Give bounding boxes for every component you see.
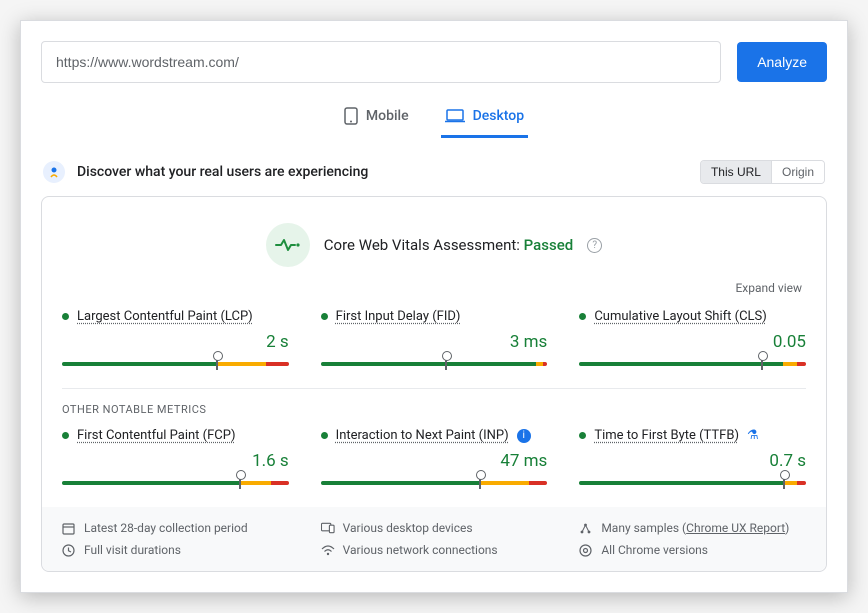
meta-samples: Many samples (Chrome UX Report) [579,521,806,535]
metric-cls: Cumulative Layout Shift (CLS) 0.05 [579,309,806,370]
metric-ttfb-name[interactable]: Time to First Byte (TTFB) [594,428,739,443]
metric-fcp-bar [62,475,289,489]
scope-toggle: This URL Origin [700,160,825,184]
devices-icon [321,522,335,534]
meta-samples-prefix: Many samples [601,521,679,535]
status-dot [321,432,328,439]
status-dot [62,313,69,320]
meta-versions: All Chrome versions [579,543,806,557]
metric-ttfb-bar [579,475,806,489]
url-input[interactable] [41,41,721,83]
assessment-label: Core Web Vitals Assessment: Passed [324,236,573,254]
flask-icon[interactable]: ⚗ [747,428,759,443]
page-container: Analyze Mobile Desktop Discover what you… [20,20,848,593]
meta-devices: Various desktop devices [321,521,548,535]
desktop-icon [445,109,465,123]
clock-icon [62,544,76,557]
toggle-origin[interactable]: Origin [771,161,824,183]
metric-ttfb-value: 0.7 s [579,451,806,471]
metric-inp-bar [321,475,548,489]
metric-ttfb: Time to First Byte (TTFB) ⚗ 0.7 s [579,428,806,489]
meta-connections-text: Various network connections [343,543,498,557]
metric-fid-name[interactable]: First Input Delay (FID) [336,309,461,324]
assessment-row: Core Web Vitals Assessment: Passed ? [62,223,806,267]
status-dot [579,313,586,320]
meta-samples-text: Many samples (Chrome UX Report) [601,521,789,535]
metric-lcp-bar [62,356,289,370]
metric-fid-value: 3 ms [321,332,548,352]
divider [62,388,806,389]
info-icon[interactable]: i [517,429,531,443]
status-dot [321,313,328,320]
marker-icon [239,475,241,489]
marker-icon [783,475,785,489]
tab-mobile-label: Mobile [366,108,409,124]
metric-inp-name[interactable]: Interaction to Next Paint (INP) [336,428,509,443]
metric-fcp: First Contentful Paint (FCP) 1.6 s [62,428,289,489]
help-icon[interactable]: ? [587,238,602,253]
tab-mobile[interactable]: Mobile [340,101,413,138]
chrome-icon [579,544,593,557]
assessment-prefix: Core Web Vitals Assessment: [324,236,520,254]
toggle-this-url[interactable]: This URL [701,161,771,183]
metric-lcp-name[interactable]: Largest Contentful Paint (LCP) [77,309,253,324]
meta-connections: Various network connections [321,543,548,557]
metric-fcp-name[interactable]: First Contentful Paint (FCP) [77,428,236,443]
meta-durations: Full visit durations [62,543,289,557]
discover-title: Discover what your real users are experi… [77,164,368,180]
metric-cls-value: 0.05 [579,332,806,352]
marker-icon [216,356,218,370]
meta-period: Latest 28-day collection period [62,521,289,535]
pulse-icon [266,223,310,267]
core-metrics-grid: Largest Contentful Paint (LCP) 2 s First… [62,309,806,370]
insights-icon [43,161,65,183]
meta-versions-text: All Chrome versions [601,543,708,557]
tab-desktop-label: Desktop [473,108,524,124]
meta-devices-text: Various desktop devices [343,521,473,535]
other-metrics-label: OTHER NOTABLE METRICS [62,403,806,416]
wifi-icon [321,545,335,556]
marker-icon [445,356,447,370]
tab-desktop[interactable]: Desktop [441,101,528,138]
meta-durations-text: Full visit durations [84,543,181,557]
metric-cls-bar [579,356,806,370]
discover-left: Discover what your real users are experi… [43,161,368,183]
meta-panel: Latest 28-day collection period Various … [42,507,826,571]
status-dot [62,432,69,439]
mobile-icon [344,107,358,125]
analyze-button[interactable]: Analyze [737,42,827,82]
device-tabs: Mobile Desktop [41,101,827,138]
calendar-icon [62,522,76,535]
samples-icon [579,522,593,535]
vitals-card: Core Web Vitals Assessment: Passed ? Exp… [41,196,827,572]
metric-fcp-value: 1.6 s [62,451,289,471]
chrome-ux-link[interactable]: Chrome UX Report [686,521,785,535]
discover-row: Discover what your real users are experi… [41,160,827,184]
status-dot [579,432,586,439]
assessment-status: Passed [524,236,574,254]
metric-inp: Interaction to Next Paint (INP) i 47 ms [321,428,548,489]
meta-period-text: Latest 28-day collection period [84,521,248,535]
other-metrics-grid: First Contentful Paint (FCP) 1.6 s Inter… [62,428,806,489]
marker-icon [479,475,481,489]
expand-view-link[interactable]: Expand view [62,281,806,295]
metric-cls-name[interactable]: Cumulative Layout Shift (CLS) [594,309,766,324]
metric-lcp-value: 2 s [62,332,289,352]
url-bar-row: Analyze [41,41,827,83]
metric-fid: First Input Delay (FID) 3 ms [321,309,548,370]
metric-lcp: Largest Contentful Paint (LCP) 2 s [62,309,289,370]
metric-fid-bar [321,356,548,370]
marker-icon [761,356,763,370]
metric-inp-value: 47 ms [321,451,548,471]
